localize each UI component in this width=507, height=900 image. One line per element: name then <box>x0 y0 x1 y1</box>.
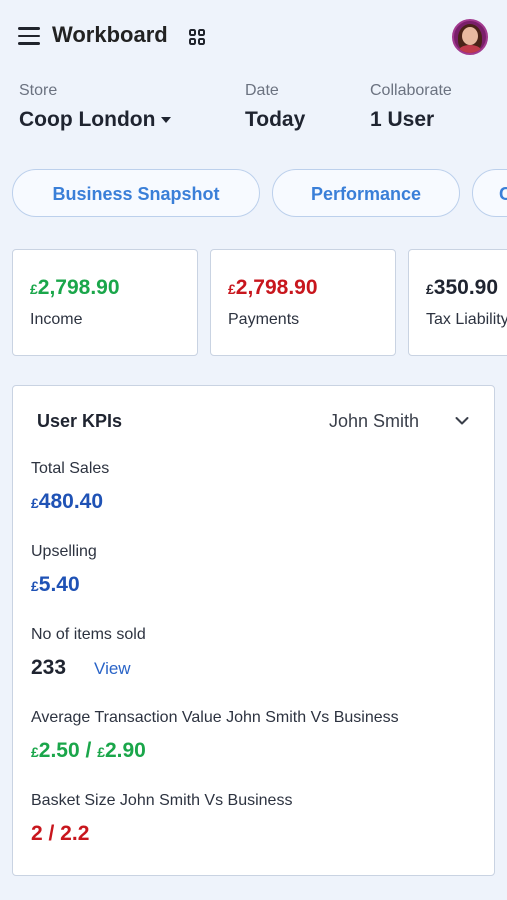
metric-value: 233 View <box>31 656 131 679</box>
tab-bar: Business Snapshot Performance C <box>12 169 507 221</box>
store-selector[interactable]: Store Coop London <box>19 82 172 132</box>
metric-label: No of items sold <box>31 626 146 643</box>
payments-card[interactable]: £2,798.90 Payments <box>210 249 396 356</box>
date-label: Date <box>245 82 279 99</box>
tax-liability-label: Tax Liability <box>426 311 507 328</box>
metric-label: Average Transaction Value John Smith Vs … <box>31 709 399 726</box>
income-card[interactable]: £2,798.90 Income <box>12 249 198 356</box>
qr-grid-icon[interactable] <box>188 28 206 46</box>
store-value: Coop London <box>19 108 156 131</box>
collaborate-selector[interactable]: Collaborate 1 User <box>370 82 452 132</box>
collaborate-label: Collaborate <box>370 82 452 99</box>
metric-value: 2 / 2.2 <box>31 822 90 845</box>
user-kpis-panel: User KPIs John Smith Total Sales £480.40… <box>12 385 495 876</box>
top-bar: Workboard <box>0 0 507 76</box>
tab-performance[interactable]: Performance <box>272 169 460 217</box>
metric-value: £480.40 <box>31 490 104 513</box>
metric-items-sold: No of items sold 233 View <box>31 626 146 680</box>
metric-value: £2.50 / £2.90 <box>31 739 146 762</box>
payments-label: Payments <box>228 311 300 328</box>
kpi-title: User KPIs <box>37 411 123 431</box>
date-selector[interactable]: Date Today <box>245 82 305 132</box>
metric-average-transaction-value: Average Transaction Value John Smith Vs … <box>31 709 399 763</box>
metric-total-sales: Total Sales £480.40 <box>31 460 109 514</box>
caret-down-icon <box>161 117 172 124</box>
hamburger-menu-icon[interactable] <box>18 27 40 47</box>
metric-upselling: Upselling £5.40 <box>31 543 97 597</box>
metric-basket-size: Basket Size John Smith Vs Business 2 / 2… <box>31 792 292 846</box>
income-amount: £2,798.90 <box>30 276 120 299</box>
avatar[interactable] <box>452 19 488 55</box>
chevron-down-icon[interactable] <box>455 416 469 426</box>
user-select[interactable]: John Smith <box>329 411 419 432</box>
metric-label: Total Sales <box>31 460 110 477</box>
view-link[interactable]: View <box>94 659 131 678</box>
metric-value: £5.40 <box>31 573 80 596</box>
summary-cards: £2,798.90 Income £2,798.90 Payments £350… <box>12 249 507 357</box>
tax-liability-amount: £350.90 <box>426 276 499 299</box>
metric-label: Upselling <box>31 543 97 560</box>
page-title: Workboard <box>52 22 168 47</box>
metric-label: Basket Size John Smith Vs Business <box>31 792 293 809</box>
income-label: Income <box>30 311 83 328</box>
store-label: Store <box>19 82 58 99</box>
tax-liability-card[interactable]: £350.90 Tax Liability <box>408 249 507 356</box>
tab-business-snapshot[interactable]: Business Snapshot <box>12 169 260 217</box>
date-value: Today <box>245 108 306 131</box>
collaborate-value: 1 User <box>370 108 435 131</box>
tab-more[interactable]: C <box>472 169 507 217</box>
payments-amount: £2,798.90 <box>228 276 318 299</box>
